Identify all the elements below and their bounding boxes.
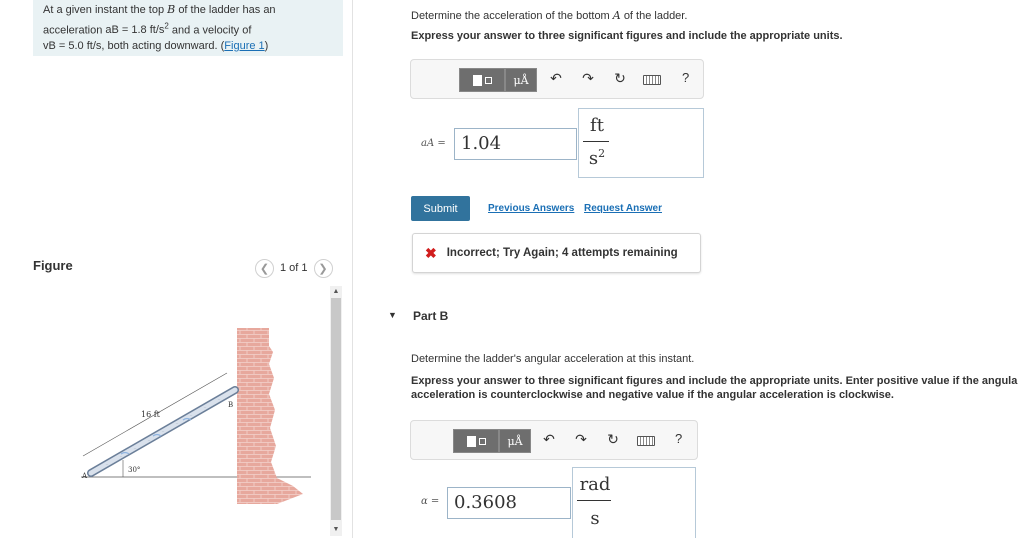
point-b-label: B xyxy=(228,401,233,409)
chevron-left-icon: ❮ xyxy=(259,262,270,275)
previous-answers-link[interactable]: Previous Answers xyxy=(488,203,574,214)
unit-denominator: s xyxy=(590,508,600,529)
help-icon[interactable]: ? xyxy=(675,431,682,446)
problem-line-2: acceleration aB = 1.8 ft/s2 and a veloci… xyxy=(43,21,252,37)
submit-button[interactable]: Submit xyxy=(411,196,470,221)
keyboard-icon[interactable] xyxy=(637,436,655,446)
unit-numerator: ft xyxy=(590,115,604,136)
reset-icon[interactable]: ↻ xyxy=(604,431,622,448)
redo-icon[interactable]: ↷ xyxy=(579,70,597,87)
part-b-title[interactable]: Part B xyxy=(413,309,448,323)
part-b-math-toolbar: μÅ ↶ ↷ ↻ ? xyxy=(410,420,698,460)
redo-icon[interactable]: ↷ xyxy=(572,431,590,448)
error-x-icon: ✖ xyxy=(425,244,437,261)
reset-icon[interactable]: ↻ xyxy=(611,70,629,87)
column-divider xyxy=(352,0,353,538)
brick-wall xyxy=(237,328,303,504)
scroll-up-icon[interactable]: ▲ xyxy=(330,286,342,298)
feedback-message: ✖ Incorrect; Try Again; 4 attempts remai… xyxy=(412,233,701,273)
templates-button[interactable] xyxy=(453,429,499,453)
problem-statement: At a given instant the top B of the ladd… xyxy=(33,0,343,56)
figure-link[interactable]: Figure 1 xyxy=(224,40,264,52)
ladder xyxy=(87,386,239,477)
part-b-collapse-icon[interactable]: ▼ xyxy=(388,310,397,320)
part-b-value-input[interactable]: 0.3608 xyxy=(447,487,571,519)
unit-denominator: s2 xyxy=(588,147,606,169)
length-label: 16 ft xyxy=(141,410,161,419)
angle-label: 30° xyxy=(128,466,140,474)
part-a-value-input[interactable]: 1.04 xyxy=(454,128,577,160)
part-a-units-input[interactable]: ft s2 xyxy=(578,108,704,178)
keyboard-icon[interactable] xyxy=(643,75,661,85)
part-b-instruction-2: acceleration is counterclockwise and neg… xyxy=(411,389,894,401)
point-a-label: A xyxy=(81,472,88,480)
template-icon xyxy=(472,74,482,86)
pager-count: 1 of 1 xyxy=(280,262,308,274)
part-a-variable-label: aA = xyxy=(421,138,446,149)
part-a-instruction: Express your answer to three significant… xyxy=(411,30,843,42)
unit-numerator: rad xyxy=(579,474,611,495)
acceleration-math: aB = 1.8 ft/s2 xyxy=(105,21,169,37)
undo-icon[interactable]: ↶ xyxy=(547,70,565,87)
figure-pager: ❮ 1 of 1 ❯ xyxy=(255,258,333,278)
help-icon[interactable]: ? xyxy=(682,70,689,85)
problem-line-1: At a given instant the top B of the ladd… xyxy=(43,3,276,16)
part-a-question: Determine the acceleration of the bottom… xyxy=(411,9,688,22)
units-button[interactable]: μÅ xyxy=(505,68,537,92)
problem-line-3: vB = 5.0 ft/s, both acting downward. (Fi… xyxy=(43,39,269,52)
figure-heading: Figure xyxy=(33,258,73,273)
part-b-units-input[interactable]: rad s xyxy=(572,467,696,538)
ladder-figure: 16 ft 30° A B xyxy=(33,286,329,538)
part-a-math-toolbar: μÅ ↶ ↷ ↻ ? xyxy=(410,59,704,99)
request-answer-link[interactable]: Request Answer xyxy=(584,203,662,214)
units-button[interactable]: μÅ xyxy=(499,429,531,453)
ladder-diagram: 16 ft 30° A B xyxy=(81,328,311,504)
chevron-right-icon: ❯ xyxy=(318,262,328,275)
part-b-question: Determine the ladder's angular accelerat… xyxy=(411,353,695,365)
undo-icon[interactable]: ↶ xyxy=(540,431,558,448)
template-icon xyxy=(466,435,476,447)
part-b-instruction-1: Express your answer to three significant… xyxy=(411,375,1018,387)
scroll-down-icon[interactable]: ▼ xyxy=(330,524,342,536)
prev-figure-button[interactable]: ❮ xyxy=(255,258,274,278)
feedback-text: Incorrect; Try Again; 4 attempts remaini… xyxy=(446,247,678,259)
templates-button[interactable] xyxy=(459,68,505,92)
figure-scrollbar[interactable]: ▲ ▼ xyxy=(330,286,342,536)
scroll-thumb[interactable] xyxy=(331,298,341,520)
part-b-variable-label: α = xyxy=(421,496,440,507)
next-figure-button[interactable]: ❯ xyxy=(313,258,333,278)
